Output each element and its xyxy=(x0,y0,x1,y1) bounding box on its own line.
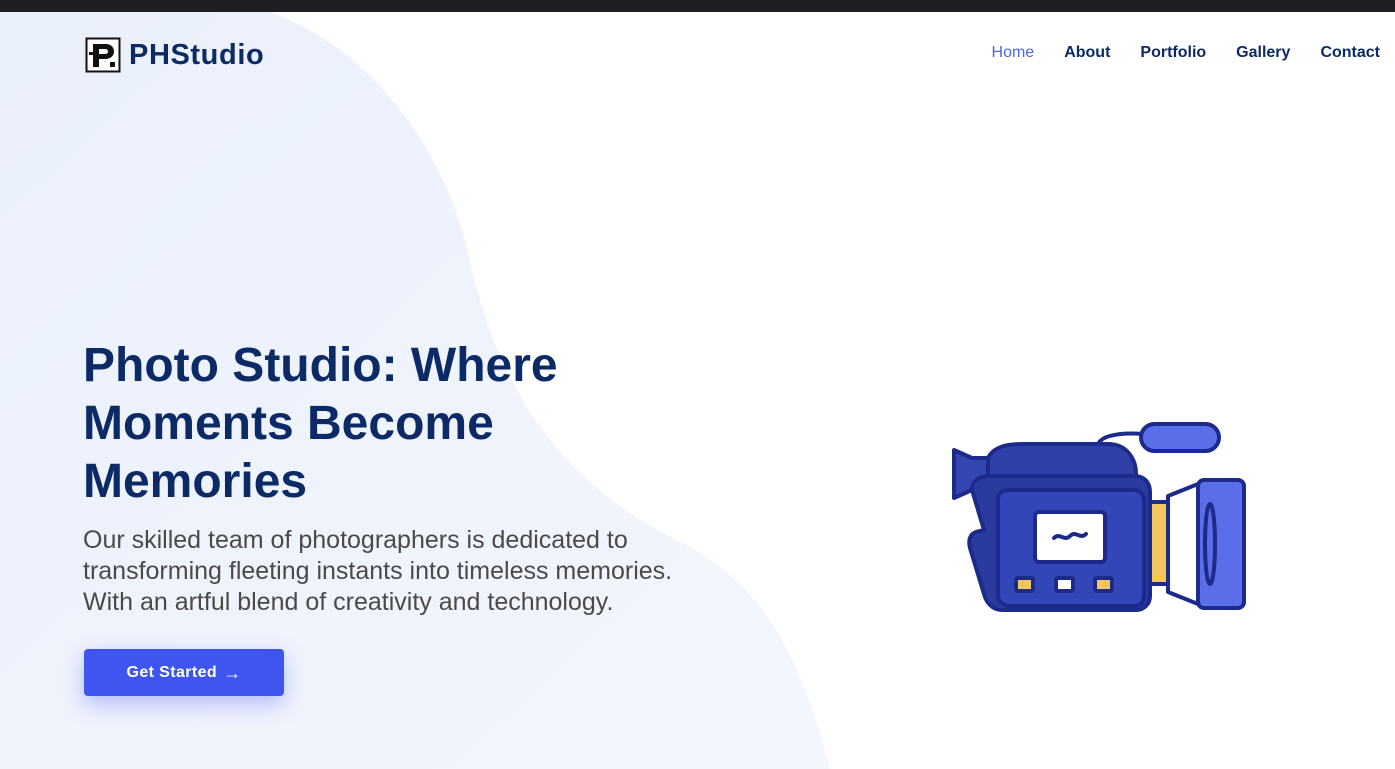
nav-portfolio[interactable]: Portfolio xyxy=(1140,44,1206,62)
nav-about[interactable]: About xyxy=(1064,44,1110,62)
main-nav: Home About Portfolio Gallery Contact xyxy=(992,44,1380,62)
hero-title: Photo Studio: Where Moments Become Memor… xyxy=(83,339,558,508)
get-started-label: Get Started xyxy=(126,663,218,681)
nav-contact[interactable]: Contact xyxy=(1320,44,1380,62)
browser-top-strip xyxy=(0,0,1395,12)
hero-description: Our skilled team of photographers is ded… xyxy=(83,526,673,616)
site-header: PHStudio Home About Portfolio Gallery Co… xyxy=(0,12,1395,96)
brand-logo-icon xyxy=(85,37,121,73)
arrow-right-icon: → xyxy=(223,662,242,683)
video-camera-icon xyxy=(952,422,1246,612)
brand-logo[interactable]: PHStudio xyxy=(85,37,264,73)
nav-home[interactable]: Home xyxy=(992,44,1035,62)
nav-gallery[interactable]: Gallery xyxy=(1236,44,1290,62)
brand-name: PHStudio xyxy=(129,39,265,71)
landing-page: PHStudio Home About Portfolio Gallery Co… xyxy=(0,0,1395,769)
get-started-button[interactable]: Get Started → xyxy=(84,649,284,696)
